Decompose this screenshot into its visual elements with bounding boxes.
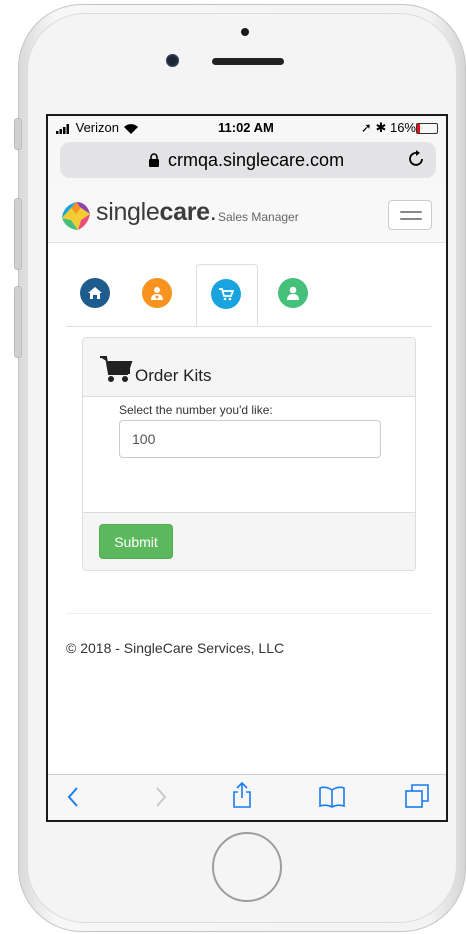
back-icon[interactable]	[66, 785, 80, 809]
app-navbar: singlecare. Sales Manager	[48, 188, 446, 243]
wifi-icon	[123, 123, 138, 134]
brand-dot: .	[209, 198, 217, 226]
carrier-name: Verizon	[75, 120, 119, 135]
status-right: ➚ ✱ 16%	[361, 120, 416, 136]
tab-doctor[interactable]	[128, 264, 190, 326]
forward-icon[interactable]	[154, 785, 168, 809]
menu-line	[400, 211, 422, 213]
footer-divider	[66, 613, 432, 614]
carrier-group: Verizon	[56, 120, 139, 135]
user-icon	[278, 278, 308, 308]
address-bar[interactable]: crmqa.singlecare.com	[60, 142, 436, 178]
tabs-icon[interactable]	[404, 783, 430, 809]
earpiece-speaker	[212, 58, 284, 65]
signal-icon	[56, 123, 69, 134]
front-camera	[166, 54, 179, 67]
panel-title: Order Kits	[135, 366, 212, 385]
share-icon[interactable]	[232, 781, 252, 809]
menu-toggle-button[interactable]	[388, 200, 432, 230]
volume-down-button	[14, 286, 22, 358]
mute-switch	[14, 118, 22, 150]
panel-footer: Submit	[83, 512, 415, 570]
browser-header: crmqa.singlecare.com	[48, 140, 446, 188]
copyright-text: © 2018 - SingleCare Services, LLC	[66, 640, 285, 656]
tab-home[interactable]	[66, 264, 128, 326]
order-kits-panel: Order Kits Select the number you'd like:…	[82, 337, 416, 571]
bluetooth-icon: ✱	[375, 120, 387, 135]
tab-user[interactable]	[264, 264, 326, 326]
tab-order[interactable]	[196, 264, 258, 326]
app-subtitle: Sales Manager	[218, 210, 299, 224]
lock-icon	[149, 153, 159, 167]
doctor-icon	[142, 278, 172, 308]
home-button[interactable]	[212, 832, 282, 902]
reload-icon[interactable]	[408, 149, 426, 169]
brand-light: single	[96, 198, 160, 226]
quantity-label: Select the number you'd like:	[119, 403, 273, 417]
singlecare-logo-icon[interactable]	[60, 200, 92, 232]
bookmarks-icon[interactable]	[318, 785, 346, 809]
status-bar: Verizon 11:02 AM ➚ ✱ 16%	[48, 116, 446, 140]
battery-level	[417, 124, 421, 133]
tab-bar	[66, 264, 432, 327]
cart-icon	[211, 279, 241, 309]
proximity-sensor	[241, 28, 249, 36]
home-icon	[80, 278, 110, 308]
brand-name[interactable]: singlecare.	[96, 198, 217, 227]
submit-button[interactable]: Submit	[99, 524, 173, 559]
brand-bold: care	[159, 198, 211, 226]
quantity-input[interactable]: 100	[119, 420, 381, 458]
shopping-cart-icon	[100, 356, 133, 382]
location-icon: ➚	[360, 120, 372, 135]
panel-heading: Order Kits	[83, 338, 415, 397]
battery-percent: 16%	[389, 120, 416, 135]
phone-screen: Verizon 11:02 AM ➚ ✱ 16% crmqa.singlecar…	[46, 114, 448, 822]
battery-icon	[416, 123, 438, 134]
url-text: crmqa.singlecare.com	[168, 150, 345, 170]
volume-up-button	[14, 198, 22, 270]
safari-toolbar	[48, 774, 446, 820]
menu-line	[400, 218, 422, 220]
clock: 11:02 AM	[218, 120, 274, 135]
